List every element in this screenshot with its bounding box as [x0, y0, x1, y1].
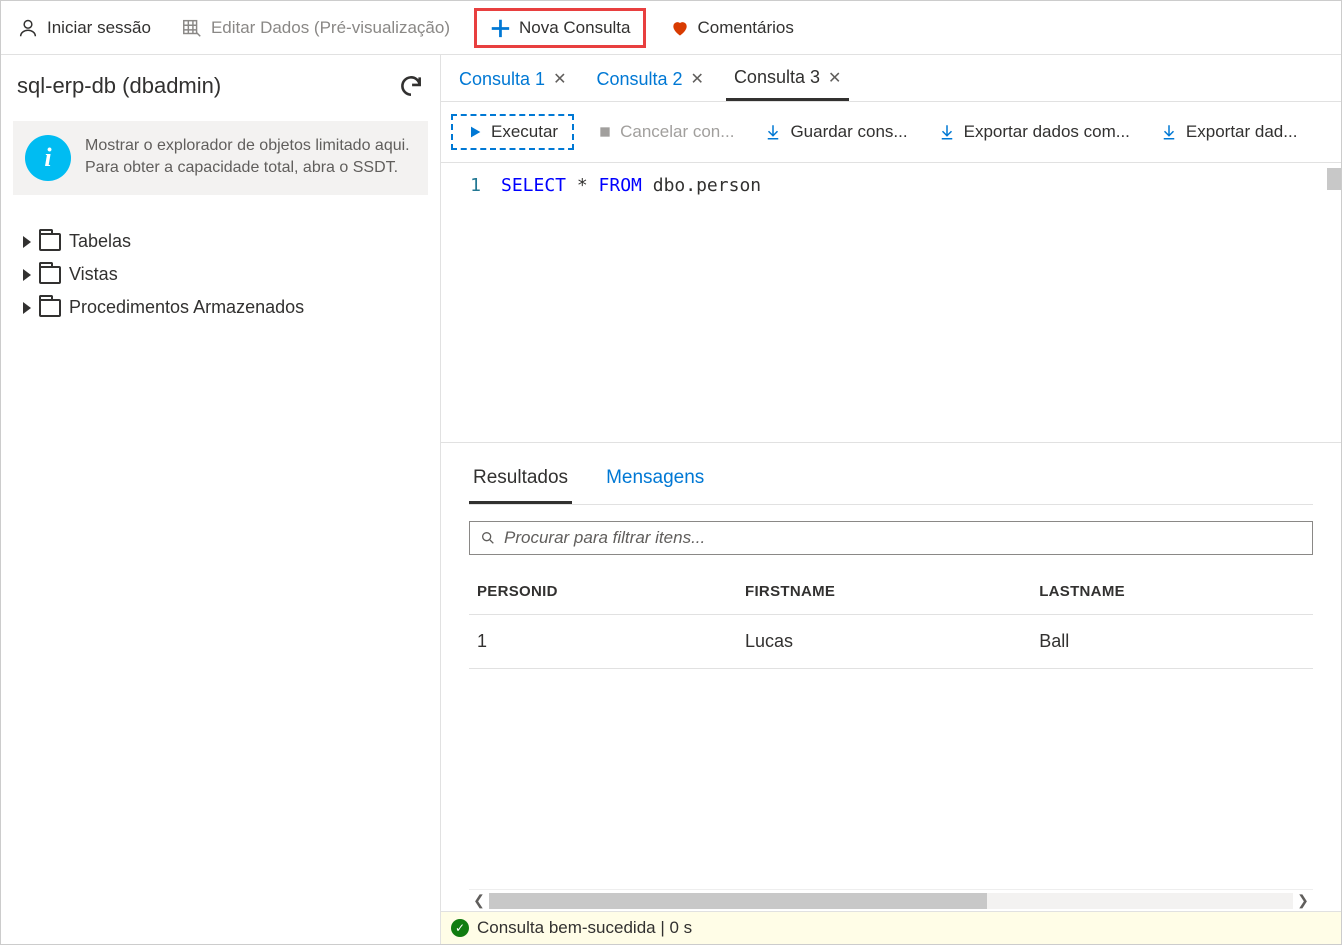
info-icon: i [25, 135, 71, 181]
tree-label: Tabelas [69, 231, 131, 252]
sql-editor[interactable]: 1 SELECT * FROM dbo.person [441, 163, 1341, 443]
cell-lastname: Ball [1031, 615, 1313, 669]
new-query-label: Nova Consulta [519, 18, 631, 38]
tab-results[interactable]: Resultados [469, 461, 572, 504]
caret-icon [23, 302, 31, 314]
person-icon [17, 17, 39, 39]
query-action-bar: Executar Cancelar con... Guardar cons...… [441, 102, 1341, 163]
edit-data-label: Editar Dados (Pré-visualização) [211, 18, 450, 38]
tab-query-2[interactable]: Consulta 2 ✕ [588, 61, 711, 101]
scrollbar-thumb[interactable] [489, 893, 987, 909]
stop-icon [598, 125, 612, 139]
column-header[interactable]: FIRSTNAME [737, 569, 1031, 615]
tab-query-3[interactable]: Consulta 3 ✕ [726, 61, 849, 101]
export-data-as-button[interactable]: Exportar dados com... [932, 118, 1136, 146]
top-toolbar: Iniciar sessão Editar Dados (Pré-visuali… [1, 1, 1341, 55]
run-label: Executar [491, 122, 558, 142]
editor-scrollbar-thumb[interactable] [1327, 168, 1341, 190]
tree-item-stored-procedures[interactable]: Procedimentos Armazenados [19, 291, 428, 324]
download-icon [938, 123, 956, 141]
tab-label: Consulta 1 [459, 69, 545, 90]
new-query-button[interactable]: Nova Consulta [474, 8, 646, 48]
results-table: PERSONID FIRSTNAME LASTNAME 1 Lucas Ball [469, 569, 1313, 669]
column-header[interactable]: PERSONID [469, 569, 737, 615]
success-icon: ✓ [451, 919, 469, 937]
download-icon [764, 123, 782, 141]
object-explorer-sidebar: sql-erp-db (dbadmin) i Mostrar o explora… [1, 55, 441, 944]
cell-firstname: Lucas [737, 615, 1031, 669]
save-query-button[interactable]: Guardar cons... [758, 118, 913, 146]
tree-item-views[interactable]: Vistas [19, 258, 428, 291]
export-data-button[interactable]: Exportar dad... [1154, 118, 1304, 146]
table-row[interactable]: 1 Lucas Ball [469, 615, 1313, 669]
edit-data-button[interactable]: Editar Dados (Pré-visualização) [175, 13, 456, 43]
save-query-label: Guardar cons... [790, 122, 907, 142]
tab-query-1[interactable]: Consulta 1 ✕ [451, 61, 574, 101]
cell-personid: 1 [469, 615, 737, 669]
tab-label: Consulta 2 [596, 69, 682, 90]
tab-label: Consulta 3 [734, 67, 820, 88]
code-line: SELECT * FROM dbo.person [501, 175, 761, 196]
signin-label: Iniciar sessão [47, 18, 151, 38]
export-data-as-label: Exportar dados com... [964, 122, 1130, 142]
column-header[interactable]: LASTNAME [1031, 569, 1313, 615]
run-button[interactable]: Executar [451, 114, 574, 150]
cancel-button: Cancelar con... [592, 118, 740, 146]
info-text: Mostrar o explorador de objetos limitado… [85, 135, 416, 181]
close-icon[interactable]: ✕ [553, 69, 566, 89]
download-icon [1160, 123, 1178, 141]
filter-input[interactable]: Procurar para filtrar itens... [469, 521, 1313, 555]
play-icon [467, 124, 483, 140]
filter-placeholder: Procurar para filtrar itens... [504, 528, 705, 548]
scrollbar-track[interactable] [489, 893, 1293, 909]
close-icon[interactable]: ✕ [828, 68, 841, 88]
info-banner: i Mostrar o explorador de objetos limita… [13, 121, 428, 195]
caret-icon [23, 269, 31, 281]
search-icon [480, 530, 496, 546]
export-data-label: Exportar dad... [1186, 122, 1298, 142]
folder-icon [39, 266, 61, 284]
object-tree: Tabelas Vistas Procedimentos Armazenados [13, 225, 428, 324]
horizontal-scrollbar[interactable]: ❮ ❯ [469, 889, 1313, 911]
refresh-icon[interactable] [398, 73, 424, 99]
feedback-label: Comentários [698, 18, 794, 38]
folder-icon [39, 233, 61, 251]
plus-icon [489, 17, 511, 39]
cancel-label: Cancelar con... [620, 122, 734, 142]
close-icon[interactable]: ✕ [691, 69, 704, 89]
scroll-left-icon[interactable]: ❮ [469, 892, 489, 909]
tab-messages[interactable]: Mensagens [602, 461, 708, 504]
tree-label: Vistas [69, 264, 118, 285]
line-number: 1 [441, 175, 501, 196]
caret-icon [23, 236, 31, 248]
table-edit-icon [181, 17, 203, 39]
feedback-button[interactable]: Comentários [664, 14, 800, 42]
table-header-row: PERSONID FIRSTNAME LASTNAME [469, 569, 1313, 615]
tree-item-tables[interactable]: Tabelas [19, 225, 428, 258]
database-title: sql-erp-db (dbadmin) [17, 73, 221, 99]
results-panel: Resultados Mensagens Procurar para filtr… [441, 443, 1341, 911]
signin-button[interactable]: Iniciar sessão [11, 13, 157, 43]
status-bar: ✓ Consulta bem-sucedida | 0 s [441, 911, 1341, 944]
status-text: Consulta bem-sucedida | 0 s [477, 918, 692, 938]
query-tabs: Consulta 1 ✕ Consulta 2 ✕ Consulta 3 ✕ [441, 55, 1341, 102]
scroll-right-icon[interactable]: ❯ [1293, 892, 1313, 909]
tree-label: Procedimentos Armazenados [69, 297, 304, 318]
folder-icon [39, 299, 61, 317]
heart-icon [670, 18, 690, 38]
